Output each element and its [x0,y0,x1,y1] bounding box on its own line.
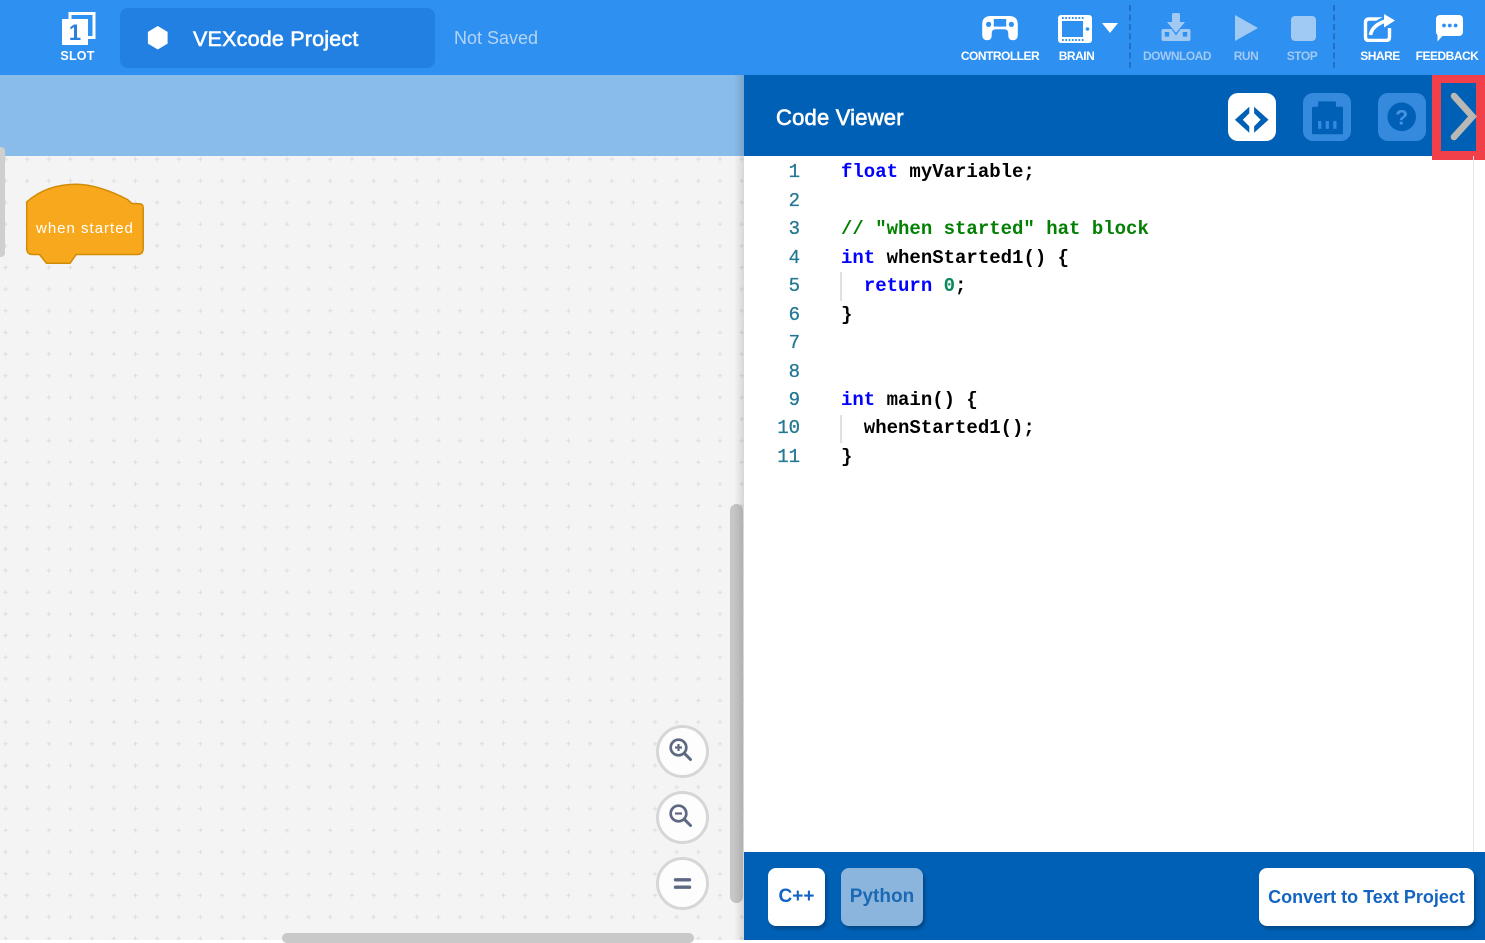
svg-text:1: 1 [69,20,81,45]
svg-text:?: ? [1395,107,1408,130]
